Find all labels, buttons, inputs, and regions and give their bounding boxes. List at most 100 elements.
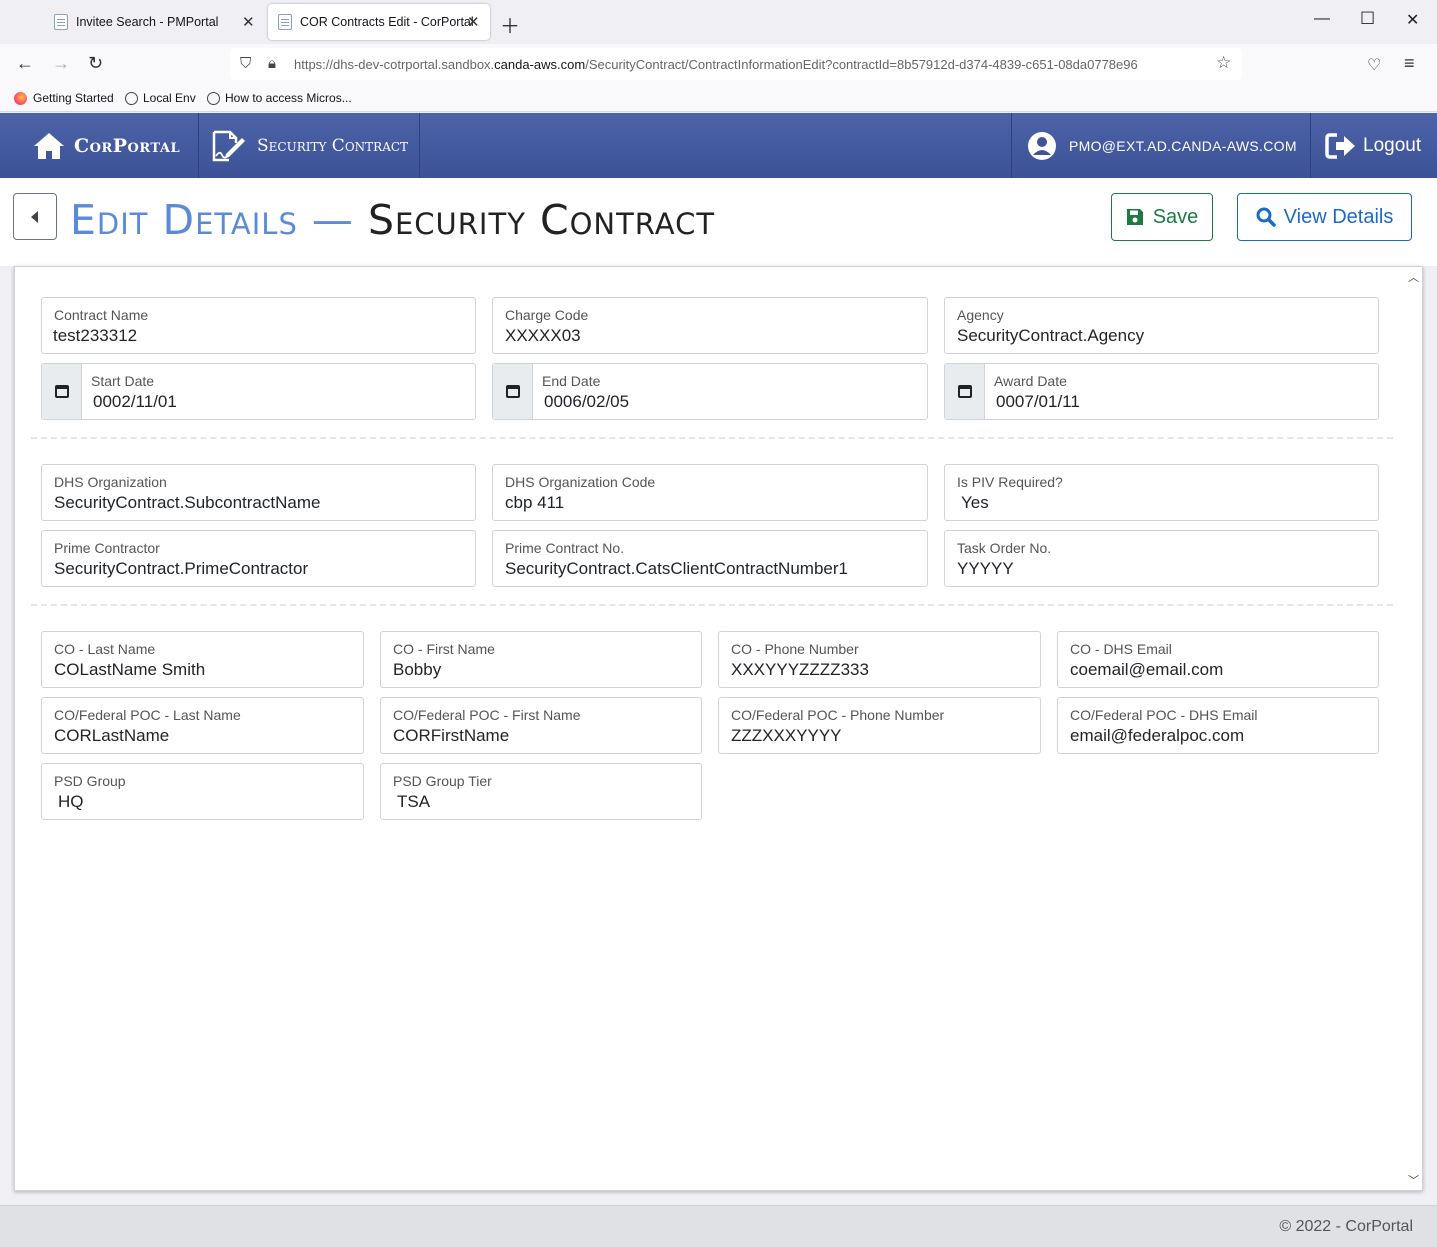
floppy-disk-icon xyxy=(1126,209,1143,225)
forward-arrow-icon[interactable]: → xyxy=(52,53,70,74)
bookmark-label: Local Env xyxy=(143,91,196,105)
maximize-icon[interactable]: ☐ xyxy=(1360,9,1375,29)
back-arrow-icon[interactable]: ← xyxy=(16,53,34,74)
poc-last-name-field[interactable]: CO/Federal POC - Last Name CORLastName xyxy=(41,697,364,754)
field-value[interactable]: email@federalpoc.com xyxy=(1070,726,1244,746)
field-value[interactable]: coemail@email.com xyxy=(1070,660,1223,680)
poc-email-field[interactable]: CO/Federal POC - DHS Email email@federal… xyxy=(1057,697,1379,754)
calendar-icon[interactable] xyxy=(493,364,533,419)
prime-contract-no-field[interactable]: Prime Contract No. SecurityContract.Cats… xyxy=(492,530,928,587)
menu-icon[interactable]: ≡ xyxy=(1404,53,1415,74)
field-value[interactable]: SecurityContract.CatsClientContractNumbe… xyxy=(505,559,848,579)
page-title-dash: — xyxy=(311,196,354,244)
co-first-name-field[interactable]: CO - First Name Bobby xyxy=(380,631,702,688)
browser-tab-cor-contracts[interactable]: COR Contracts Edit - CorPortal ✕ xyxy=(268,4,490,40)
field-value[interactable]: XXXYYYZZZZ333 xyxy=(731,660,869,680)
browser-tab-invitee-search[interactable]: Invitee Search - PMPortal ✕ xyxy=(44,4,266,40)
field-value[interactable]: Yes xyxy=(961,493,989,513)
url-bar[interactable]: ⛉ 🔒︎ https://dhs-dev-cotrportal.sandbox.… xyxy=(230,48,1242,80)
field-value[interactable]: 0002/11/01 xyxy=(93,392,177,412)
field-label: Award Date xyxy=(994,373,1067,389)
end-date-field[interactable]: End Date 0006/02/05 xyxy=(492,363,928,420)
home-link[interactable]: CorPortal xyxy=(0,113,199,178)
field-value[interactable]: CORLastName xyxy=(54,726,169,746)
field-label: Start Date xyxy=(91,373,155,389)
url-text[interactable]: https://dhs-dev-cotrportal.sandbox.canda… xyxy=(294,57,1209,72)
co-last-name-field[interactable]: CO - Last Name COLastName Smith xyxy=(41,631,364,688)
field-label: CO/Federal POC - Last Name xyxy=(54,707,241,723)
bookmark-local-env[interactable]: Local Env xyxy=(125,91,196,105)
new-tab-icon[interactable]: ＋ xyxy=(500,10,520,39)
section-divider xyxy=(31,604,1393,606)
dhs-organization-field[interactable]: DHS Organization SecurityContract.Subcon… xyxy=(41,464,476,521)
search-icon xyxy=(1256,207,1276,227)
field-label: Contract Name xyxy=(54,307,149,323)
poc-first-name-field[interactable]: CO/Federal POC - First Name CORFirstName xyxy=(380,697,702,754)
field-value[interactable]: test233312 xyxy=(53,326,137,346)
field-value[interactable]: CORFirstName xyxy=(393,726,509,746)
field-value[interactable]: SecurityContract.PrimeContractor xyxy=(54,559,308,579)
field-value[interactable]: COLastName Smith xyxy=(54,660,205,680)
scroll-up-icon[interactable]: ︿ xyxy=(1408,269,1419,285)
field-value[interactable]: ZZZXXXYYYY xyxy=(731,726,842,746)
field-value[interactable]: 0006/02/05 xyxy=(544,392,629,412)
scrollbar[interactable]: ︿ ﹀ xyxy=(1404,267,1422,1190)
field-value[interactable]: cbp 411 xyxy=(505,493,564,513)
field-value[interactable]: XXXXX03 xyxy=(505,326,581,346)
field-value[interactable]: HQ xyxy=(58,792,84,812)
field-value[interactable]: SecurityContract.Agency xyxy=(957,326,1144,346)
field-value[interactable]: Bobby xyxy=(393,660,441,680)
piv-required-select[interactable]: Is PIV Required? Yes xyxy=(944,464,1379,521)
field-value[interactable]: TSA xyxy=(397,792,430,812)
poc-phone-field[interactable]: CO/Federal POC - Phone Number ZZZXXXYYYY xyxy=(718,697,1041,754)
close-icon[interactable]: ✕ xyxy=(242,13,255,31)
field-label: Task Order No. xyxy=(957,540,1052,556)
psd-group-select[interactable]: PSD Group HQ xyxy=(41,763,364,820)
task-order-no-field[interactable]: Task Order No. YYYYY xyxy=(944,530,1379,587)
user-menu[interactable]: PMO@EXT.AD.CANDA-AWS.COM xyxy=(1011,113,1311,178)
field-value[interactable]: YYYYY xyxy=(957,559,1014,579)
section-link-security-contract[interactable]: Security Contract xyxy=(199,113,420,178)
field-label: CO/Federal POC - DHS Email xyxy=(1070,707,1258,723)
award-date-field[interactable]: Award Date 0007/01/11 xyxy=(944,363,1379,420)
lock-icon[interactable]: 🔒︎ xyxy=(268,55,276,72)
start-date-field[interactable]: Start Date 0002/11/01 xyxy=(41,363,476,420)
bookmark-label: How to access Micros... xyxy=(225,91,352,105)
close-icon[interactable]: ✕ xyxy=(467,13,480,31)
tab-title: COR Contracts Edit - CorPortal xyxy=(300,15,474,29)
scroll-down-icon[interactable]: ﹀ xyxy=(1408,1172,1419,1188)
back-button[interactable] xyxy=(13,193,57,240)
field-label: CO/Federal POC - First Name xyxy=(393,707,581,723)
shield-icon[interactable]: ⛉ xyxy=(240,55,251,72)
co-email-field[interactable]: CO - DHS Email coemail@email.com xyxy=(1057,631,1379,688)
browser-tab-strip: Invitee Search - PMPortal ✕ COR Contract… xyxy=(0,0,1437,44)
star-icon[interactable]: ☆ xyxy=(1216,53,1231,73)
view-details-button[interactable]: View Details xyxy=(1237,193,1412,241)
dhs-organization-code-field[interactable]: DHS Organization Code cbp 411 xyxy=(492,464,928,521)
bookmarks-bar: Getting Started Local Env How to access … xyxy=(0,86,1437,112)
bookmark-getting-started[interactable]: Getting Started xyxy=(14,91,114,105)
agency-field[interactable]: Agency SecurityContract.Agency xyxy=(944,297,1379,354)
calendar-icon[interactable] xyxy=(945,364,985,419)
reload-icon[interactable]: ↻ xyxy=(88,53,103,74)
field-label: Is PIV Required? xyxy=(957,474,1063,490)
page-icon xyxy=(278,14,292,30)
contract-name-field[interactable]: Contract Name test233312 xyxy=(41,297,476,354)
psd-group-tier-select[interactable]: PSD Group Tier TSA xyxy=(380,763,702,820)
section-divider xyxy=(31,437,1393,439)
page-title-edit-details: Edit Details xyxy=(70,196,298,244)
prime-contractor-field[interactable]: Prime Contractor SecurityContract.PrimeC… xyxy=(41,530,476,587)
pocket-icon[interactable]: ♡ xyxy=(1367,55,1381,75)
bookmark-how-to-access[interactable]: How to access Micros... xyxy=(207,91,352,105)
save-button[interactable]: Save xyxy=(1111,193,1213,241)
window-close-icon[interactable]: ✕ xyxy=(1406,10,1419,30)
charge-code-field[interactable]: Charge Code XXXXX03 xyxy=(492,297,928,354)
minimize-icon[interactable]: — xyxy=(1314,10,1330,28)
field-value[interactable]: 0007/01/11 xyxy=(996,392,1080,412)
calendar-icon[interactable] xyxy=(42,364,82,419)
logout-button[interactable]: Logout xyxy=(1311,113,1437,178)
co-phone-field[interactable]: CO - Phone Number XXXYYYZZZZ333 xyxy=(718,631,1041,688)
field-value[interactable]: SecurityContract.SubcontractName xyxy=(54,493,320,513)
field-label: CO - Phone Number xyxy=(731,641,859,657)
field-label: Charge Code xyxy=(505,307,589,323)
